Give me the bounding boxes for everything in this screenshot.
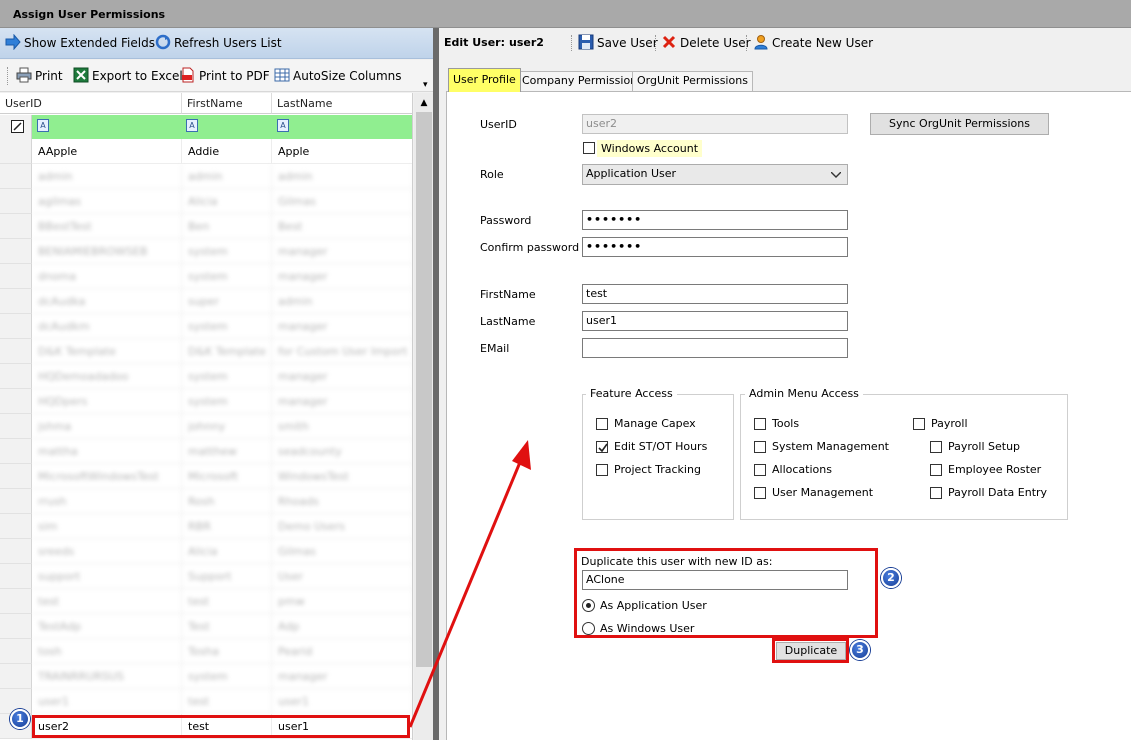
callout-arrow [408, 440, 531, 728]
tab-user-profile[interactable]: User Profile [448, 68, 521, 92]
callout-badge-3: 3 [850, 640, 870, 660]
callout-badge-2: 2 [881, 568, 901, 588]
callout-badge-1: 1 [10, 709, 30, 729]
